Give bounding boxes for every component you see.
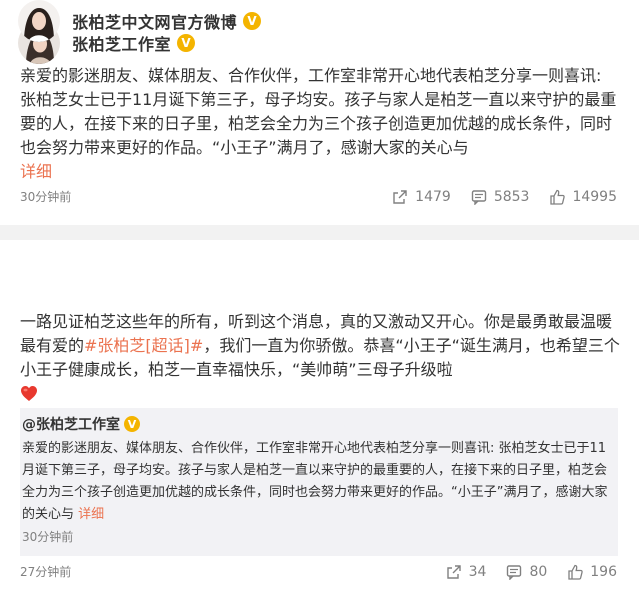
like-button[interactable]: 196 bbox=[567, 564, 617, 580]
retweet-box[interactable]: @张柏芝工作室 V 亲爱的影迷朋友、媒体朋友、合作伙伴，工作室非常开心地代表柏芝… bbox=[20, 408, 618, 556]
post-time[interactable]: 27分钟前 bbox=[20, 563, 71, 580]
comment-icon bbox=[471, 190, 487, 205]
post-header: 张柏芝中文网官方微博 V bbox=[18, 0, 262, 42]
retweet-author: @张柏芝工作室 V bbox=[22, 414, 140, 434]
more-link[interactable]: 详细 bbox=[20, 162, 52, 181]
comment-icon bbox=[507, 565, 522, 580]
retweet-time[interactable]: 30分钟前 bbox=[22, 528, 73, 545]
repost-count: 1479 bbox=[415, 189, 451, 205]
post-body: 亲爱的影迷朋友、媒体朋友、合作伙伴，工作室非常开心地代表柏芝分享一则喜讯: 张柏… bbox=[20, 66, 617, 157]
retweet-text: 亲爱的影迷朋友、媒体朋友、合作伙伴，工作室非常开心地代表柏芝分享一则喜讯: 张柏… bbox=[22, 438, 617, 526]
like-count: 196 bbox=[590, 564, 617, 580]
verified-icon: V bbox=[124, 416, 140, 432]
topic-link[interactable]: #张柏芝[超话]# bbox=[84, 336, 203, 355]
like-button[interactable]: 14995 bbox=[549, 189, 617, 205]
action-bar: 34 80 196 bbox=[426, 564, 617, 580]
post-text: 一路见证柏芝这些年的所有，听到这个消息，真的又激动又开心。你是最勇敢最温暖最有爱… bbox=[20, 310, 620, 406]
heart-emoji-icon bbox=[21, 386, 37, 401]
avatar-image-icon bbox=[18, 0, 60, 42]
repost-icon bbox=[446, 565, 461, 579]
comment-button[interactable]: 80 bbox=[506, 564, 547, 580]
avatar[interactable] bbox=[18, 0, 60, 42]
comment-count: 5853 bbox=[493, 189, 530, 205]
like-icon bbox=[568, 564, 583, 580]
repost-button[interactable]: 34 bbox=[446, 564, 487, 580]
repost-button[interactable]: 1479 bbox=[392, 189, 451, 205]
author-name[interactable]: 张柏芝中文网官方微博 bbox=[72, 9, 237, 33]
action-bar: 1479 5853 14995 bbox=[372, 189, 617, 205]
like-icon bbox=[550, 189, 566, 205]
post-text: 亲爱的影迷朋友、媒体朋友、合作伙伴，工作室非常开心地代表柏芝分享一则喜讯: 张柏… bbox=[20, 64, 620, 184]
repost-icon bbox=[393, 190, 407, 204]
repost-count: 34 bbox=[468, 564, 487, 580]
post-time[interactable]: 30分钟前 bbox=[20, 188, 71, 205]
retweet-author-name[interactable]: @张柏芝工作室 bbox=[22, 414, 120, 434]
verified-icon: V bbox=[243, 12, 262, 30]
retweet-more-link[interactable]: 详细 bbox=[78, 507, 104, 522]
comment-button[interactable]: 5853 bbox=[471, 189, 530, 205]
comment-count: 80 bbox=[529, 564, 548, 580]
like-count: 14995 bbox=[572, 189, 617, 205]
retweet-body: 亲爱的影迷朋友、媒体朋友、合作伙伴，工作室非常开心地代表柏芝分享一则喜讯: 张柏… bbox=[22, 441, 608, 522]
